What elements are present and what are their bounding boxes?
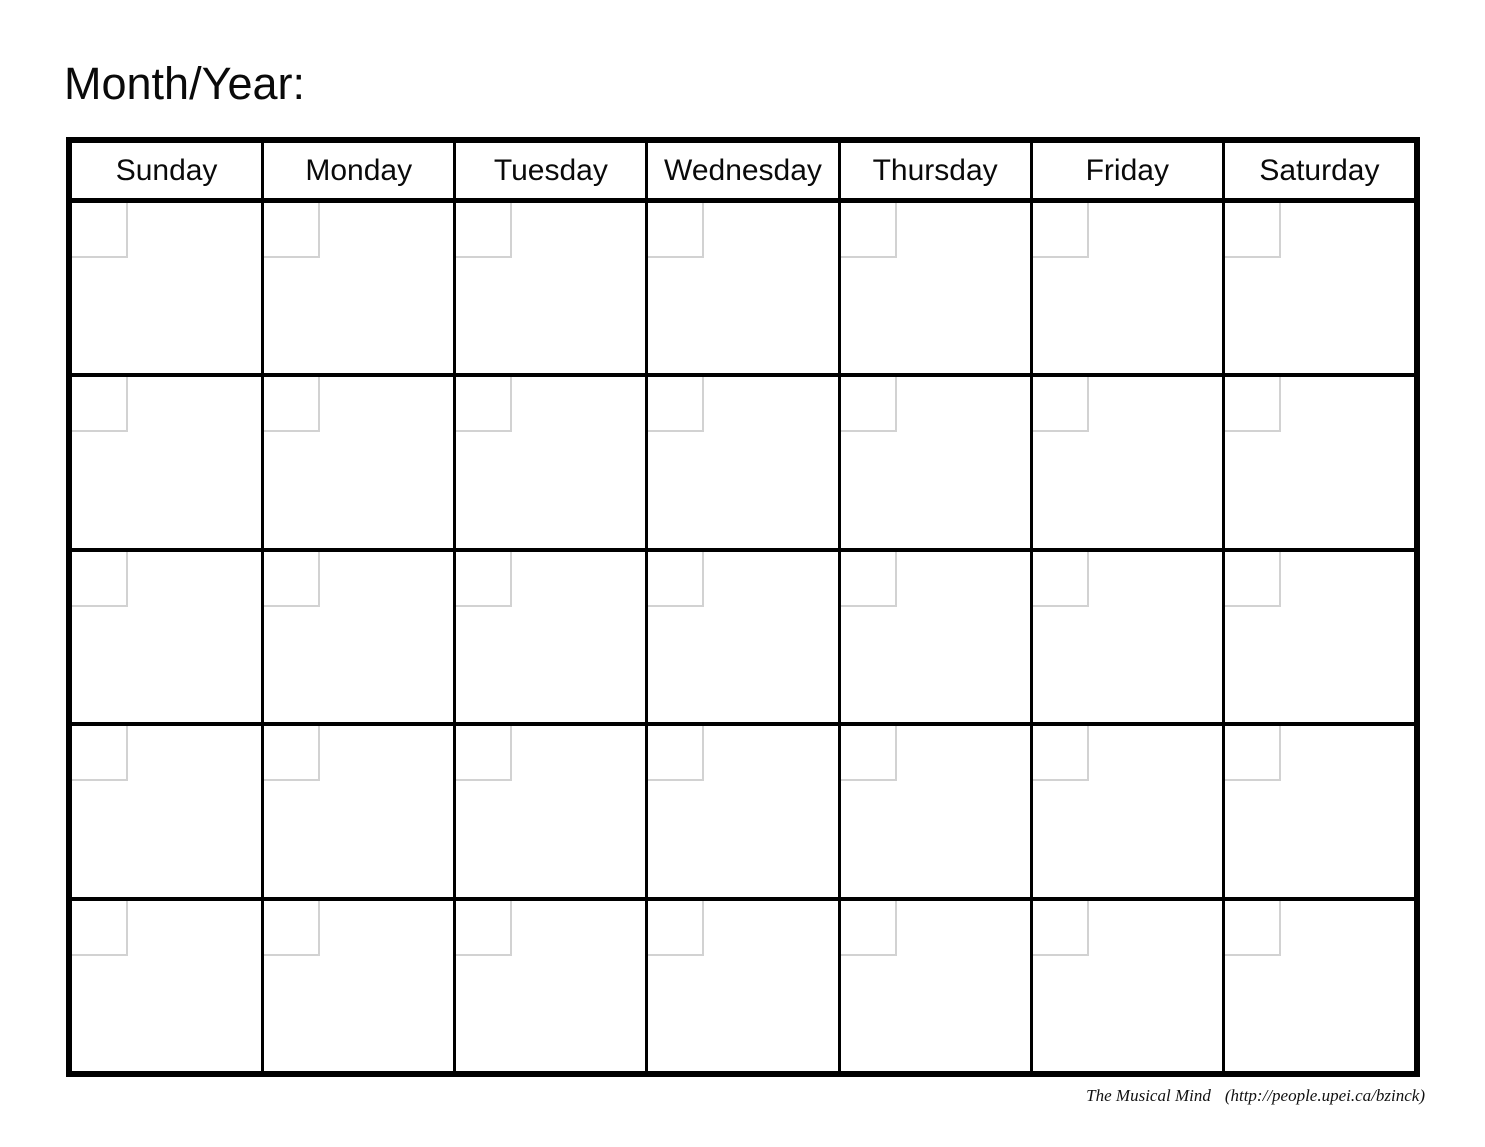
date-number-box[interactable] (456, 726, 513, 782)
day-cell[interactable] (648, 900, 841, 1072)
week-row (72, 377, 1414, 552)
day-cell[interactable] (1224, 900, 1414, 1072)
day-cell[interactable] (648, 377, 841, 548)
date-number-box[interactable] (264, 900, 321, 956)
day-cell[interactable] (648, 551, 841, 723)
date-number-box[interactable] (72, 203, 128, 258)
day-cell[interactable] (456, 203, 649, 374)
date-number-box[interactable] (648, 203, 705, 258)
calendar-grid: Sunday Monday Tuesday Wednesday Thursday… (66, 137, 1420, 1077)
day-cell[interactable] (648, 726, 841, 897)
day-cell[interactable] (264, 900, 457, 1072)
footer-credit: The Musical Mind (http://people.upei.ca/b… (1086, 1086, 1425, 1106)
weekday-header-friday: Friday (1033, 143, 1225, 198)
date-number-box[interactable] (648, 551, 705, 607)
date-number-box[interactable] (1224, 726, 1281, 782)
day-cell[interactable] (1032, 900, 1225, 1072)
date-number-box[interactable] (1032, 377, 1089, 433)
date-number-box[interactable] (456, 377, 513, 433)
date-number-box[interactable] (72, 726, 128, 782)
date-number-box[interactable] (264, 551, 321, 607)
weekday-header-sunday: Sunday (72, 143, 265, 198)
day-cell[interactable] (840, 551, 1033, 723)
weekday-header-saturday: Saturday (1259, 153, 1380, 187)
date-number-box[interactable] (648, 900, 705, 956)
weekday-header-row: Sunday Monday Tuesday Wednesday Thursday… (72, 143, 1414, 203)
date-number-box[interactable] (1224, 900, 1281, 956)
page-title: Month/Year: (64, 58, 305, 109)
day-cell[interactable] (72, 726, 265, 897)
day-cell[interactable] (840, 726, 1033, 897)
day-cell[interactable] (1032, 377, 1225, 548)
day-cell[interactable] (456, 377, 649, 548)
week-row (72, 551, 1414, 727)
day-cell[interactable] (1224, 551, 1414, 723)
date-number-box[interactable] (648, 377, 705, 433)
calendar-inner: Sunday Monday Tuesday Wednesday Thursday… (72, 143, 1414, 1072)
date-number-box[interactable] (1032, 203, 1089, 258)
date-number-box[interactable] (1224, 377, 1281, 433)
date-number-box[interactable] (72, 377, 128, 433)
day-cell[interactable] (264, 726, 457, 897)
calendar-template-page: Month/Year: Sunday Monday Tuesday Wednes… (0, 0, 1485, 1147)
day-cell[interactable] (456, 551, 649, 723)
weekday-header-monday: Monday (264, 143, 457, 198)
date-number-box[interactable] (1032, 551, 1089, 607)
date-number-box[interactable] (840, 551, 897, 607)
day-cell[interactable] (264, 551, 457, 723)
weekday-header-thursday: Thursday (841, 143, 1033, 198)
date-number-box[interactable] (1224, 551, 1281, 607)
day-cell[interactable] (840, 203, 1033, 374)
day-cell[interactable] (840, 377, 1033, 548)
date-number-box[interactable] (840, 203, 897, 258)
date-number-box[interactable] (456, 900, 513, 956)
date-number-box[interactable] (1032, 726, 1089, 782)
day-cell[interactable] (72, 551, 265, 723)
weekday-header-wednesday: Wednesday (648, 143, 841, 198)
date-number-box[interactable] (456, 551, 513, 607)
day-cell[interactable] (264, 203, 457, 374)
day-cell[interactable] (72, 377, 265, 548)
day-cell[interactable] (1032, 203, 1225, 374)
day-cell[interactable] (72, 900, 265, 1072)
date-number-box[interactable] (264, 377, 321, 433)
date-number-box[interactable] (840, 377, 897, 433)
day-cell[interactable] (1032, 551, 1225, 723)
date-number-box[interactable] (840, 900, 897, 956)
day-cell[interactable] (648, 203, 841, 374)
date-number-box[interactable] (72, 900, 128, 956)
day-cell[interactable] (456, 900, 649, 1072)
date-number-box[interactable] (264, 203, 321, 258)
day-cell[interactable] (72, 203, 265, 374)
day-cell[interactable] (1224, 203, 1414, 374)
footer-credit-name: The Musical Mind (1086, 1086, 1211, 1105)
date-number-box[interactable] (264, 726, 321, 782)
date-number-box[interactable] (1224, 203, 1281, 258)
week-row (72, 203, 1414, 378)
date-number-box[interactable] (840, 726, 897, 782)
date-number-box[interactable] (72, 551, 128, 607)
date-number-box[interactable] (456, 203, 513, 258)
day-cell[interactable] (1224, 726, 1414, 897)
date-number-box[interactable] (648, 726, 705, 782)
footer-credit-url: (http://people.upei.ca/bzinck) (1224, 1086, 1425, 1105)
week-row (72, 726, 1414, 901)
day-cell[interactable] (264, 377, 457, 548)
date-number-box[interactable] (1032, 900, 1089, 956)
weekday-header-tuesday: Tuesday (456, 143, 649, 198)
week-row (72, 900, 1414, 1072)
day-cell[interactable] (1224, 377, 1414, 548)
day-cell[interactable] (456, 726, 649, 897)
day-cell[interactable] (840, 900, 1033, 1072)
day-cell[interactable] (1032, 726, 1225, 897)
